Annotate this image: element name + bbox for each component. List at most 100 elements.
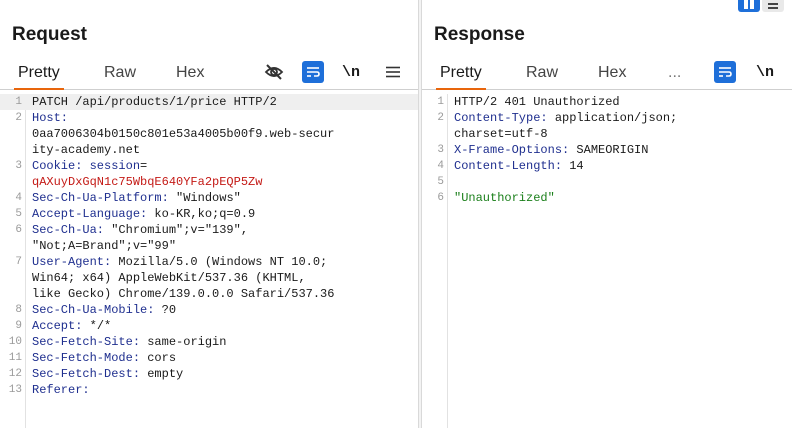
line-number: 6 bbox=[15, 224, 22, 236]
token: Content-Type: bbox=[454, 111, 548, 125]
token: charset=utf-8 bbox=[454, 127, 548, 141]
code-line: like Gecko) Chrome/139.0.0.0 Safari/537.… bbox=[0, 286, 418, 302]
code-line: "Not;A=Brand";v="99" bbox=[0, 238, 418, 254]
token: Sec-Ch-Ua-Platform: bbox=[32, 191, 169, 205]
token: like Gecko) Chrome/139.0.0.0 Safari/537.… bbox=[32, 287, 335, 301]
line-number: 5 bbox=[437, 176, 444, 188]
wrap-lines-icon[interactable] bbox=[714, 61, 736, 83]
line-text: Content-Type: application/json; bbox=[454, 110, 677, 126]
tab-pretty[interactable]: Pretty bbox=[14, 64, 64, 90]
code-line: charset=utf-8 bbox=[422, 126, 792, 142]
code-line: 4 Content-Length: 14 bbox=[422, 158, 792, 174]
line-text: Sec-Fetch-Dest: empty bbox=[32, 366, 183, 382]
tab-raw[interactable]: Raw bbox=[104, 64, 136, 82]
code-line: 3 Cookie: session= bbox=[0, 158, 418, 174]
line-number: 4 bbox=[15, 192, 22, 204]
code-line: 1 HTTP/2 401 Unauthorized bbox=[422, 94, 792, 110]
more-options[interactable]: ... bbox=[668, 64, 681, 82]
line-text: X-Frame-Options: SAMEORIGIN bbox=[454, 142, 648, 158]
line-text: like Gecko) Chrome/139.0.0.0 Safari/537.… bbox=[32, 286, 334, 302]
line-number: 5 bbox=[15, 208, 22, 220]
token: application/json; bbox=[547, 111, 678, 125]
code-line: 6 "Unauthorized" bbox=[422, 190, 792, 206]
token: 0aa7006304b0150c801e53a4005b00f9.web-sec… bbox=[32, 127, 335, 141]
hamburger-menu-icon[interactable] bbox=[384, 60, 402, 84]
line-number: 6 bbox=[437, 192, 444, 204]
line-text: User-Agent: Mozilla/5.0 (Windows NT 10.0… bbox=[32, 254, 327, 270]
token: HTTP/2 401 Unauthorized bbox=[454, 95, 620, 109]
token: cors bbox=[140, 351, 177, 365]
request-editor[interactable]: 1 PATCH /api/products/1/price HTTP/2 2 Host… bbox=[0, 94, 418, 428]
split-view-icon[interactable] bbox=[738, 0, 760, 12]
line-number: 13 bbox=[8, 384, 22, 396]
line-number: 11 bbox=[8, 352, 22, 364]
token: Sec-Fetch-Site: bbox=[32, 335, 141, 349]
code-line: 5 bbox=[422, 174, 792, 190]
code-line: 5 Accept-Language: ko-KR,ko;q=0.9 bbox=[0, 206, 418, 222]
line-number: 1 bbox=[15, 96, 22, 108]
token: qAXuyDxGqN1c75WbqE640YFa2pEQP5Zw bbox=[32, 175, 263, 189]
line-number: 3 bbox=[437, 144, 444, 156]
tab-hex[interactable]: Hex bbox=[598, 64, 626, 82]
tab-hex[interactable]: Hex bbox=[176, 64, 204, 82]
line-text: Sec-Ch-Ua-Platform: "Windows" bbox=[32, 190, 241, 206]
code-line: qAXuyDxGqN1c75WbqE640YFa2pEQP5Zw bbox=[0, 174, 418, 190]
token: "Not;A=Brand";v="99" bbox=[32, 239, 177, 253]
wrap-lines-icon[interactable] bbox=[302, 61, 324, 83]
token: Win64; x64) AppleWebKit/537.36 (KHTML, bbox=[32, 271, 306, 285]
token: "Windows" bbox=[168, 191, 241, 205]
tab-raw[interactable]: Raw bbox=[526, 64, 558, 82]
token: same-origin bbox=[140, 335, 227, 349]
line-number: 7 bbox=[15, 256, 22, 268]
line-number: 3 bbox=[15, 160, 22, 172]
line-text: Accept-Language: ko-KR,ko;q=0.9 bbox=[32, 206, 255, 222]
token: Sec-Fetch-Dest: bbox=[32, 367, 141, 381]
token: = bbox=[140, 159, 148, 173]
request-panel: Request Pretty Raw Hex \n 1 PATCH /api/pr… bbox=[0, 0, 418, 428]
line-text: Sec-Ch-Ua-Mobile: ?0 bbox=[32, 302, 176, 318]
token: Sec-Ch-Ua: bbox=[32, 223, 105, 237]
tab-pretty[interactable]: Pretty bbox=[436, 64, 486, 90]
line-text: Accept: */* bbox=[32, 318, 111, 334]
code-line: 4 Sec-Ch-Ua-Platform: "Windows" bbox=[0, 190, 418, 206]
stacked-view-icon[interactable] bbox=[762, 0, 784, 12]
token: Sec-Ch-Ua-Mobile: bbox=[32, 303, 155, 317]
token: Content-Length: bbox=[454, 159, 563, 173]
line-number: 1 bbox=[437, 96, 444, 108]
line-text: PATCH /api/products/1/price HTTP/2 bbox=[32, 94, 277, 110]
code-line: 11 Sec-Fetch-Mode: cors bbox=[0, 350, 418, 366]
code-line: 9 Accept: */* bbox=[0, 318, 418, 334]
token: Sec-Fetch-Mode: bbox=[32, 351, 141, 365]
eye-slash-icon[interactable] bbox=[262, 60, 286, 84]
line-number: 2 bbox=[437, 112, 444, 124]
line-number: 9 bbox=[15, 320, 22, 332]
response-editor[interactable]: 1 HTTP/2 401 Unauthorized 2 Content-Type: a… bbox=[422, 94, 792, 428]
line-number: 10 bbox=[8, 336, 22, 348]
code-line: 6 Sec-Ch-Ua: "Chromium";v="139", bbox=[0, 222, 418, 238]
newline-toggle[interactable]: \n bbox=[756, 60, 774, 84]
line-text: "Not;A=Brand";v="99" bbox=[32, 238, 176, 254]
request-title: Request bbox=[12, 24, 87, 45]
token: */* bbox=[82, 319, 112, 333]
line-text: "Unauthorized" bbox=[454, 190, 555, 206]
response-panel: Response Pretty Raw Hex ... \n 1 HTTP/2 4… bbox=[422, 0, 792, 428]
token: Referer: bbox=[32, 383, 90, 397]
token: "Unauthorized" bbox=[454, 191, 555, 205]
response-title: Response bbox=[434, 24, 525, 45]
code-line: 3 X-Frame-Options: SAMEORIGIN bbox=[422, 142, 792, 158]
line-number: 8 bbox=[15, 304, 22, 316]
token: empty bbox=[140, 367, 184, 381]
token: SAMEORIGIN bbox=[569, 143, 649, 157]
token: User-Agent: bbox=[32, 255, 112, 269]
line-text: Sec-Ch-Ua: "Chromium";v="139", bbox=[32, 222, 248, 238]
code-line: 7 User-Agent: Mozilla/5.0 (Windows NT 10.… bbox=[0, 254, 418, 270]
code-line: 0aa7006304b0150c801e53a4005b00f9.web-sec… bbox=[0, 126, 418, 142]
token: PATCH /api/products/1/price HTTP/2 bbox=[32, 95, 277, 109]
token: X-Frame-Options: bbox=[454, 143, 570, 157]
line-text: charset=utf-8 bbox=[454, 126, 548, 142]
line-text: Sec-Fetch-Site: same-origin bbox=[32, 334, 226, 350]
line-number: 2 bbox=[15, 112, 22, 124]
newline-toggle[interactable]: \n bbox=[342, 60, 360, 84]
token: ko-KR,ko;q=0.9 bbox=[147, 207, 256, 221]
token: 14 bbox=[562, 159, 584, 173]
